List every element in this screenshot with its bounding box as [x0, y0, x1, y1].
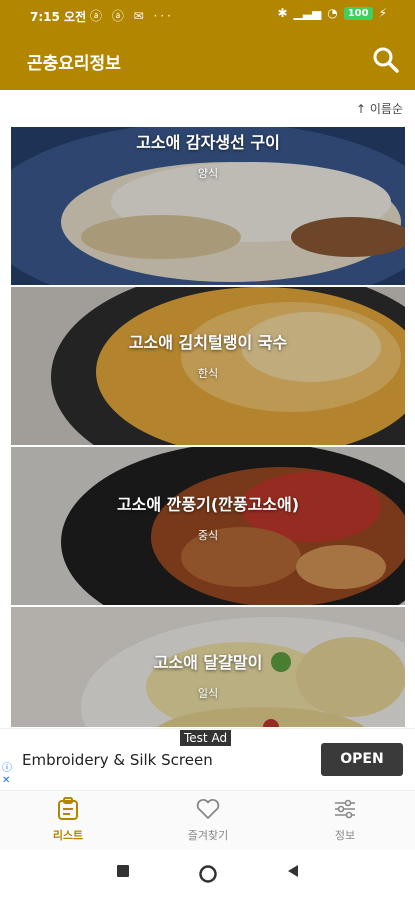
charging-icon: ⚡ — [378, 6, 387, 20]
image-overlay — [11, 447, 405, 605]
tab-list[interactable]: 리스트 — [8, 797, 128, 843]
ad-close-icon[interactable]: ✕ — [2, 775, 10, 786]
tab-list-label: 리스트 — [52, 829, 84, 842]
recipe-card[interactable]: 고소애 깐풍기(깐풍고소애) 중식 — [11, 447, 405, 605]
sort-row: ↑ 이름순 — [0, 90, 415, 126]
tab-favorites-label: 즐겨찾기 — [187, 829, 229, 842]
ad-info-icon[interactable]: ⓘ — [2, 759, 12, 774]
recipe-list[interactable]: 고소애 감자생선 구이 양식 고소애 김치털랭이 국수 한식 고소애 깐풍기(깐… — [11, 127, 405, 727]
ad-text: Embroidery & Silk Screen — [22, 751, 213, 769]
status-bar: 7:15 오전 ⓐ ⓐ ✉ ··· ✱ ▁▃▅ ◔ 100 ⚡ — [0, 0, 415, 30]
recipe-name: 고소애 김치털랭이 국수 — [128, 333, 288, 352]
ad-open-button[interactable]: OPEN — [321, 743, 403, 776]
test-ad-label: Test Ad — [180, 730, 232, 746]
bluetooth-icon: ✱ — [277, 6, 288, 20]
tab-info[interactable]: 정보 — [285, 797, 405, 843]
home-icon[interactable] — [198, 864, 218, 884]
recipe-name: 고소애 달걀말이 — [153, 653, 263, 672]
tab-favorites[interactable]: 즐겨찾기 — [148, 797, 268, 843]
clipboard-icon — [58, 797, 78, 820]
status-time: 7:15 오전 — [30, 10, 87, 24]
tab-info-label: 정보 — [334, 829, 356, 842]
sort-by-name-button[interactable]: ↑ 이름순 — [356, 100, 403, 117]
app-bar: 곤충요리정보 — [0, 30, 415, 90]
notification-icons: ⓐ ⓐ ✉ ··· — [90, 9, 174, 23]
system-icons: ✱ ▁▃▅ ◔ 100 ⚡ — [277, 6, 387, 20]
recipe-card[interactable]: 고소애 감자생선 구이 양식 — [11, 127, 405, 285]
bottom-tab-bar: 리스트 즐겨찾기 정보 — [0, 790, 415, 851]
recipe-category: 양식 — [197, 167, 219, 180]
recipe-category: 중식 — [197, 529, 219, 542]
wifi-icon: ◔ — [327, 6, 338, 20]
system-nav-bar — [0, 850, 415, 900]
search-icon[interactable] — [371, 45, 401, 75]
ad-banner[interactable]: Test Ad ⓘ ✕ Embroidery & Silk Screen OPE… — [0, 728, 415, 791]
app-title: 곤충요리정보 — [27, 54, 121, 74]
recipe-card[interactable]: 고소애 김치털랭이 국수 한식 — [11, 287, 405, 445]
signal-icon: ▁▃▅ — [293, 6, 322, 20]
recipe-category: 한식 — [197, 367, 219, 380]
recipe-category: 일식 — [197, 687, 219, 700]
battery-icon: 100 — [343, 6, 373, 20]
recipe-name: 고소애 깐풍기(깐풍고소애) — [116, 495, 300, 514]
heart-icon — [196, 798, 220, 819]
back-icon[interactable] — [286, 864, 300, 878]
recents-icon[interactable] — [116, 864, 130, 878]
recipe-card[interactable]: 고소애 달걀말이 일식 — [11, 607, 405, 727]
sliders-icon — [335, 799, 355, 819]
recipe-name: 고소애 감자생선 구이 — [136, 133, 280, 152]
